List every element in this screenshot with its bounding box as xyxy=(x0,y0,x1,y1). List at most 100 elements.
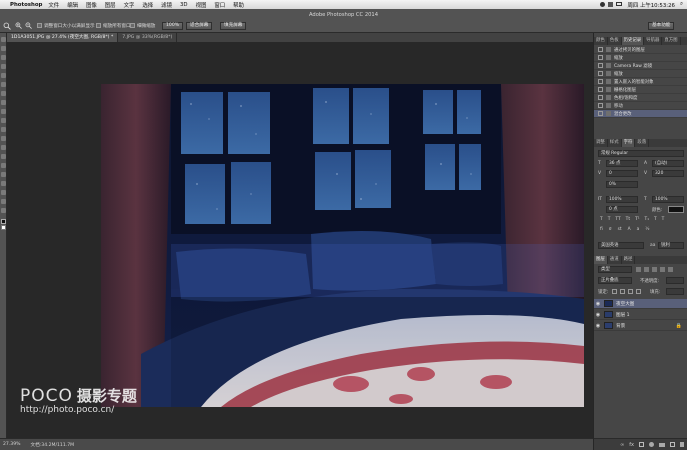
layer-row[interactable]: ◉ 背景 🔒 xyxy=(594,321,687,331)
smart-object-filter-icon[interactable] xyxy=(668,267,673,272)
zoom-out-icon[interactable] xyxy=(25,21,32,30)
scale-field[interactable]: 0% xyxy=(606,181,638,188)
type-filter-icon[interactable] xyxy=(652,267,657,272)
fx-icon[interactable]: fx xyxy=(629,442,634,448)
menu-image[interactable]: 图像 xyxy=(86,1,97,9)
lock-transparency-icon[interactable] xyxy=(612,289,617,294)
menu-help[interactable]: 帮助 xyxy=(233,1,244,9)
opacity-field[interactable] xyxy=(666,277,684,284)
history-brush-source-icon[interactable] xyxy=(598,79,603,84)
layer-filter-select[interactable]: 类型 xyxy=(598,266,632,273)
tab-swatches[interactable]: 色板 xyxy=(608,37,622,45)
vertical-scale-field[interactable]: 100% xyxy=(606,196,638,203)
faux-bold-button[interactable]: T xyxy=(600,217,603,222)
history-item[interactable]: Camera Raw 滤镜 xyxy=(594,62,687,70)
workspace-switcher[interactable]: 基本功能 xyxy=(648,21,675,30)
scrubby-zoom-checkbox[interactable]: 细微缩放 xyxy=(130,21,155,30)
layer-row[interactable]: ◉ 夜空大图 xyxy=(594,299,687,309)
fit-screen-button[interactable]: 适合屏幕 xyxy=(186,21,213,30)
history-item[interactable]: 置入嵌入的智能对象 xyxy=(594,78,687,86)
superscript-button[interactable]: T¹ xyxy=(635,217,639,222)
document-image[interactable] xyxy=(101,84,584,407)
tab-channels[interactable]: 通道 xyxy=(608,256,622,264)
blur-tool-icon[interactable] xyxy=(1,145,6,150)
gradient-tool-icon[interactable] xyxy=(1,136,6,141)
tab-adjustments[interactable]: 调整 xyxy=(594,139,608,147)
history-brush-source-icon[interactable] xyxy=(598,71,603,76)
shape-tool-icon[interactable] xyxy=(1,190,6,195)
tab-navigator[interactable]: 导航器 xyxy=(644,37,663,45)
crop-tool-icon[interactable] xyxy=(1,73,6,78)
history-brush-source-icon[interactable] xyxy=(598,55,603,60)
history-brush-source-icon[interactable] xyxy=(598,63,603,68)
tab-color[interactable]: 颜色 xyxy=(594,37,608,45)
lock-image-icon[interactable] xyxy=(620,289,625,294)
font-size-field[interactable]: 36 点 xyxy=(606,160,638,167)
menubar-clock[interactable]: 周四 上午10:53:26 xyxy=(627,1,675,9)
lock-all-icon[interactable] xyxy=(636,289,641,294)
tab-document-1[interactable]: 1D1A3051.JPG @ 27.4% (夜空大图, RGB/8*) * xyxy=(7,33,119,42)
menu-view[interactable]: 视图 xyxy=(196,1,207,9)
history-brush-source-icon[interactable] xyxy=(598,87,603,92)
tab-character[interactable]: 字符 xyxy=(621,139,636,147)
tab-histogram[interactable]: 直方图 xyxy=(662,37,681,45)
history-item[interactable]: 栅格化图层 xyxy=(594,86,687,94)
history-item[interactable]: 缩放 xyxy=(594,70,687,78)
underline-button[interactable]: T xyxy=(654,217,657,222)
menu-select[interactable]: 选择 xyxy=(142,1,153,9)
antialias-select[interactable]: 锐利 xyxy=(658,242,684,249)
menu-type[interactable]: 文字 xyxy=(124,1,135,9)
marquee-tool-icon[interactable] xyxy=(1,46,6,51)
mask-icon[interactable] xyxy=(639,442,644,447)
folder-icon[interactable] xyxy=(659,442,665,447)
healing-tool-icon[interactable] xyxy=(1,91,6,96)
visibility-eye-icon[interactable]: ◉ xyxy=(594,301,602,307)
kerning-field[interactable]: 0 xyxy=(606,170,638,177)
menu-3d[interactable]: 3D xyxy=(180,2,188,8)
horizontal-scale-field[interactable]: 100% xyxy=(652,196,684,203)
new-layer-icon[interactable] xyxy=(670,442,675,447)
history-item[interactable]: 通过拷贝的图层 xyxy=(594,46,687,54)
pixel-filter-icon[interactable] xyxy=(636,267,641,272)
shape-filter-icon[interactable] xyxy=(660,267,665,272)
quick-select-tool-icon[interactable] xyxy=(1,64,6,69)
history-brush-source-icon[interactable] xyxy=(598,111,603,116)
stamp-tool-icon[interactable] xyxy=(1,109,6,114)
type-tool-icon[interactable] xyxy=(1,172,6,177)
brush-tool-icon[interactable] xyxy=(1,100,6,105)
adjustment-filter-icon[interactable] xyxy=(644,267,649,272)
eraser-tool-icon[interactable] xyxy=(1,127,6,132)
menu-layer[interactable]: 图层 xyxy=(105,1,116,9)
eyedropper-tool-icon[interactable] xyxy=(1,82,6,87)
zoom-tool-icon[interactable] xyxy=(1,208,6,213)
history-item[interactable]: 色相/饱和度 xyxy=(594,94,687,102)
baseline-shift-field[interactable]: 0 点 xyxy=(606,206,638,213)
trash-icon[interactable] xyxy=(680,442,684,447)
lock-position-icon[interactable] xyxy=(628,289,633,294)
menu-app-name[interactable]: Photoshop xyxy=(10,2,42,8)
pen-tool-icon[interactable] xyxy=(1,163,6,168)
subscript-button[interactable]: T₁ xyxy=(645,217,649,222)
background-color-swatch[interactable] xyxy=(1,225,6,230)
tab-document-2[interactable]: 7.JPG @ 33%(RGB/8*) xyxy=(118,33,178,42)
tab-layers[interactable]: 图层 xyxy=(594,256,608,264)
leading-field[interactable]: (自动) xyxy=(652,160,684,167)
fill-field[interactable] xyxy=(666,288,684,295)
menu-window[interactable]: 窗口 xyxy=(214,1,225,9)
tab-styles[interactable]: 样式 xyxy=(608,139,622,147)
zoom-in-icon[interactable] xyxy=(15,21,22,30)
link-icon[interactable]: ∞ xyxy=(620,442,624,448)
ligature-button[interactable]: fi xyxy=(600,227,603,232)
layer-name[interactable]: 背景 xyxy=(616,323,625,329)
tab-paths[interactable]: 路径 xyxy=(622,256,636,264)
titling-button[interactable]: A xyxy=(628,227,631,232)
layer-name[interactable]: 图层 1 xyxy=(616,312,630,318)
zoom-tool-icon[interactable] xyxy=(3,21,11,30)
canvas-area[interactable] xyxy=(7,42,593,438)
tracking-field[interactable]: 320 xyxy=(652,170,684,177)
language-select[interactable]: 美国英语 xyxy=(598,242,644,249)
layer-name[interactable]: 夜空大图 xyxy=(616,301,634,307)
move-tool-icon[interactable] xyxy=(1,37,6,42)
tab-history[interactable]: 历史记录 xyxy=(621,37,645,45)
stylistic-button[interactable]: σ xyxy=(609,227,612,232)
